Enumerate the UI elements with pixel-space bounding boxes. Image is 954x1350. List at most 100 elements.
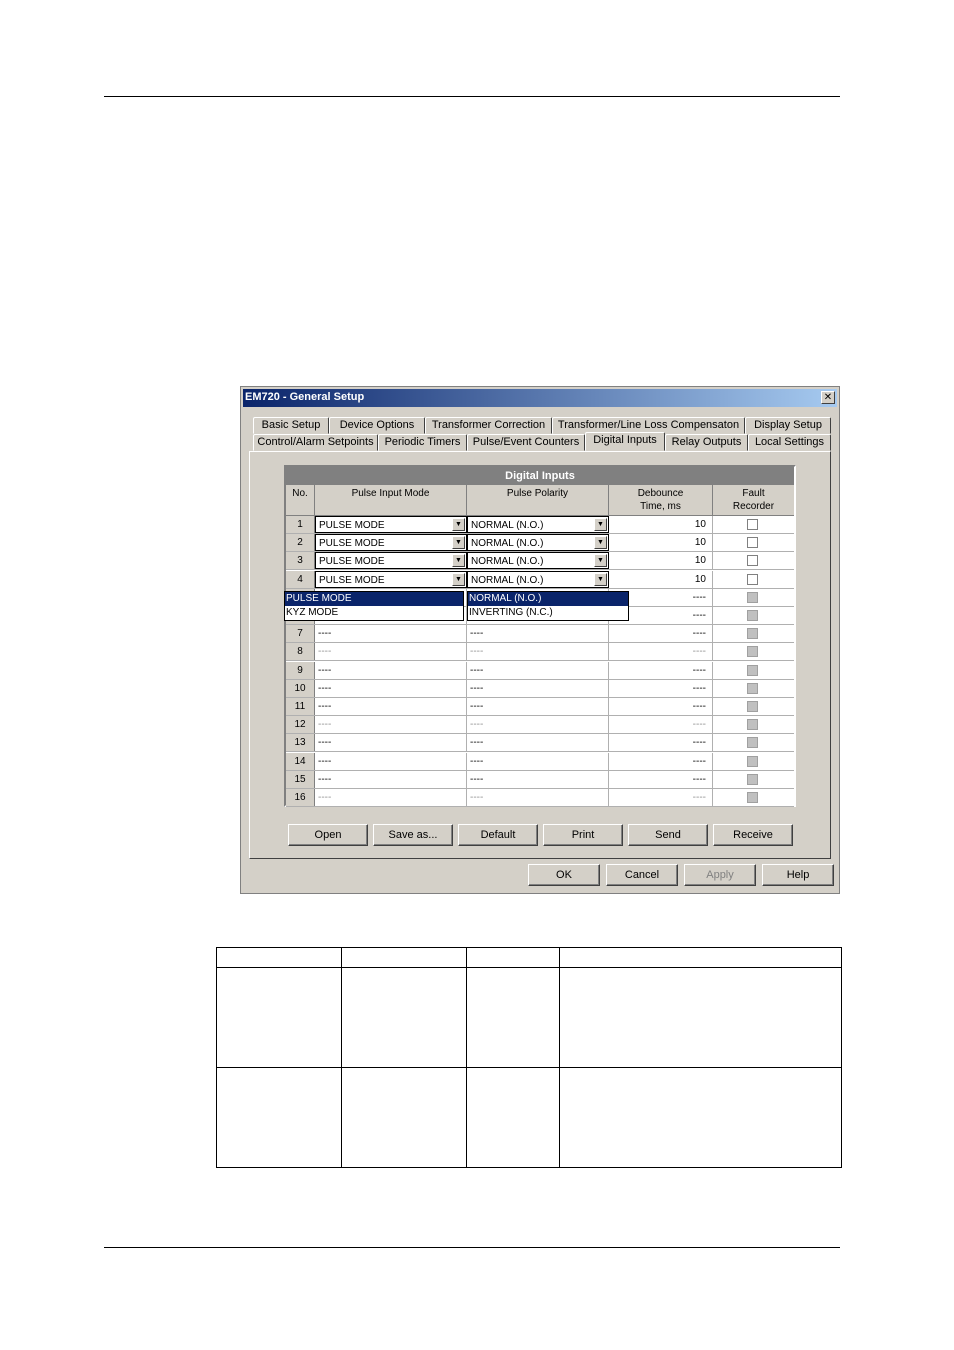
- pulse-mode-cell: ----: [315, 643, 467, 661]
- debounce-time-cell[interactable]: 10: [609, 552, 713, 570]
- table-row[interactable]: 7 ---- ---- ----: [286, 625, 794, 644]
- pulse-mode-select[interactable]: PULSE MODE ▼: [315, 534, 467, 552]
- debounce-time-cell[interactable]: 10: [609, 570, 713, 588]
- chevron-down-icon[interactable]: ▼: [594, 572, 607, 586]
- table-row[interactable]: 13 ---- ---- ----: [286, 734, 794, 753]
- pulse-polarity-select[interactable]: NORMAL (N.O.) ▼: [467, 516, 609, 533]
- polarity-dropdown-list[interactable]: NORMAL (N.O.) INVERTING (N.C.): [467, 591, 629, 621]
- table-row[interactable]: 3 PULSE MODE ▼ NORMAL (N.O.) ▼ 10: [286, 552, 794, 571]
- table-row[interactable]: 4 PULSE MODE ▼ NORMAL (N.O.) ▼ 10: [286, 570, 794, 589]
- pulse-mode-value: ----: [318, 682, 332, 694]
- pulse-polarity-select[interactable]: NORMAL (N.O.) ▼: [467, 534, 609, 552]
- row-number: 7: [286, 625, 315, 643]
- fault-recorder-checkbox[interactable]: [747, 519, 758, 530]
- row-number: 16: [286, 789, 315, 806]
- chevron-down-icon[interactable]: ▼: [452, 536, 465, 550]
- pulse-mode-select[interactable]: PULSE MODE ▼: [315, 552, 467, 570]
- pulse-mode-select[interactable]: PULSE MODE ▼: [315, 516, 467, 533]
- open-button[interactable]: Open: [288, 824, 368, 846]
- tab-periodic-timers[interactable]: Periodic Timers: [378, 434, 467, 451]
- mode-option-kyz[interactable]: KYZ MODE: [285, 606, 463, 620]
- parameter-table: [216, 947, 842, 1168]
- tab-relay-outputs[interactable]: Relay Outputs: [665, 434, 748, 451]
- table-row[interactable]: 10 ---- ---- ----: [286, 679, 794, 698]
- help-button[interactable]: Help: [762, 864, 834, 886]
- row-number: 9: [286, 661, 315, 679]
- table-row[interactable]: 14 ---- ---- ----: [286, 752, 794, 771]
- table-row[interactable]: 8 ---- ---- ----: [286, 643, 794, 662]
- fault-recorder-checkbox[interactable]: [747, 555, 758, 567]
- row-number: 11: [286, 698, 315, 715]
- header-pulse-input-mode: Pulse Input Mode: [315, 485, 467, 516]
- tab-digital-inputs[interactable]: Digital Inputs: [585, 432, 665, 451]
- mode-option-pulse[interactable]: PULSE MODE: [285, 592, 463, 606]
- pulse-polarity-cell: ----: [467, 643, 609, 661]
- pulse-polarity-select[interactable]: NORMAL (N.O.) ▼: [467, 552, 609, 570]
- table-row[interactable]: 2 PULSE MODE ▼ NORMAL (N.O.) ▼ 10: [286, 534, 794, 553]
- table-row[interactable]: 1 PULSE MODE ▼ NORMAL (N.O.) ▼ 10: [286, 516, 794, 534]
- fault-recorder-cell: [713, 698, 794, 715]
- fault-recorder-cell: [713, 771, 794, 788]
- tab-basic-setup[interactable]: Basic Setup: [253, 417, 329, 434]
- tab-display-setup[interactable]: Display Setup: [745, 417, 831, 434]
- ok-button[interactable]: OK: [528, 864, 600, 886]
- fault-recorder-cell: [713, 552, 794, 569]
- chevron-down-icon[interactable]: ▼: [594, 554, 607, 568]
- table-row[interactable]: 16 ---- ---- ----: [286, 789, 794, 807]
- tab-pulse-event-counters[interactable]: Pulse/Event Counters: [467, 434, 585, 451]
- table-row[interactable]: 9 ---- ---- ----: [286, 661, 794, 680]
- fault-recorder-cell: [713, 625, 794, 642]
- chevron-down-icon[interactable]: ▼: [594, 518, 607, 531]
- fault-recorder-checkbox: [747, 610, 758, 621]
- table-row[interactable]: 12 ---- ---- ----: [286, 716, 794, 735]
- tab-control-alarm-setpoints[interactable]: Control/Alarm Setpoints: [253, 434, 378, 451]
- tab-device-options[interactable]: Device Options: [329, 417, 425, 434]
- fault-recorder-checkbox: [747, 701, 758, 712]
- chevron-down-icon[interactable]: ▼: [594, 536, 607, 550]
- pulse-polarity-select[interactable]: NORMAL (N.O.) ▼: [467, 570, 609, 588]
- cancel-button[interactable]: Cancel: [606, 864, 678, 886]
- table-cell: [466, 967, 560, 1068]
- pulse-mode-cell: ----: [315, 698, 467, 715]
- top-rule: [104, 96, 840, 97]
- pulse-mode-value: PULSE MODE: [319, 520, 385, 531]
- receive-button[interactable]: Receive: [713, 824, 793, 846]
- pulse-polarity-value: NORMAL (N.O.): [471, 556, 544, 568]
- send-button[interactable]: Send: [628, 824, 708, 846]
- chevron-down-icon[interactable]: ▼: [452, 572, 465, 586]
- default-button[interactable]: Default: [458, 824, 538, 846]
- fault-recorder-checkbox: [747, 792, 758, 803]
- fault-recorder-cell: [713, 571, 794, 588]
- fault-recorder-checkbox[interactable]: [747, 537, 758, 549]
- fault-recorder-checkbox[interactable]: [747, 573, 758, 585]
- fault-recorder-cell: [713, 534, 794, 551]
- table-cell: [466, 1067, 560, 1168]
- table-row[interactable]: 11 ---- ---- ----: [286, 698, 794, 716]
- dialog-title: EM720 - General Setup: [245, 391, 365, 403]
- title-bar[interactable]: EM720 - General Setup ✕: [243, 389, 837, 407]
- close-icon[interactable]: ✕: [821, 391, 835, 404]
- debounce-time-cell[interactable]: 10: [609, 534, 713, 552]
- table-cell: [341, 947, 467, 968]
- row-number: 4: [286, 570, 315, 588]
- tab-local-settings[interactable]: Local Settings: [748, 434, 831, 451]
- row-number: 13: [286, 734, 315, 752]
- pulse-mode-cell: ----: [315, 770, 467, 788]
- pulse-polarity-value: ----: [470, 682, 484, 694]
- table-row[interactable]: 15 ---- ---- ----: [286, 770, 794, 789]
- polarity-option-inverting[interactable]: INVERTING (N.C.): [468, 606, 628, 620]
- pulse-polarity-cell: ----: [467, 752, 609, 770]
- apply-button[interactable]: Apply: [684, 864, 756, 886]
- print-button[interactable]: Print: [543, 824, 623, 846]
- save-as-button[interactable]: Save as...: [373, 824, 453, 846]
- row-number: 8: [286, 643, 315, 661]
- pulse-mode-select[interactable]: PULSE MODE ▼: [315, 570, 467, 588]
- chevron-down-icon[interactable]: ▼: [452, 554, 465, 568]
- fault-recorder-cell: [713, 734, 794, 751]
- chevron-down-icon[interactable]: ▼: [452, 518, 465, 531]
- polarity-option-normal[interactable]: NORMAL (N.O.): [468, 592, 628, 606]
- tab-transformer-correction[interactable]: Transformer Correction: [425, 417, 552, 434]
- debounce-time-cell[interactable]: 10: [609, 516, 713, 533]
- debounce-time-cell: ----: [609, 789, 713, 806]
- mode-dropdown-list[interactable]: PULSE MODE KYZ MODE: [284, 591, 464, 621]
